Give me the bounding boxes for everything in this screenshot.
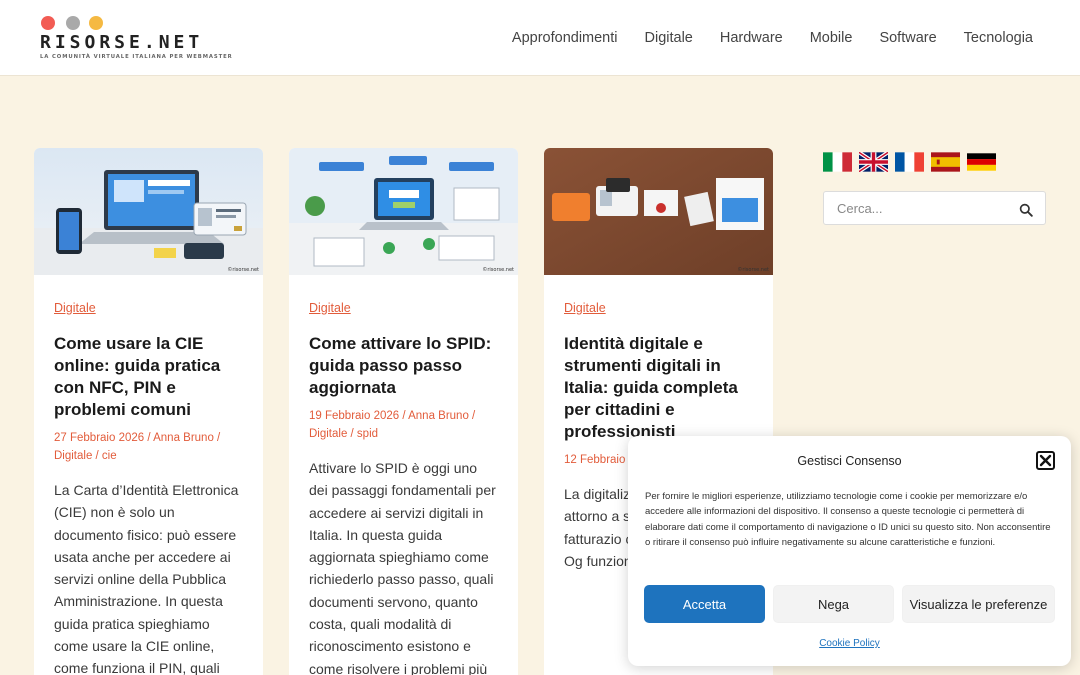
search-icon[interactable] (1019, 202, 1033, 217)
card-body: Digitale Come attivare lo SPID: guida pa… (289, 275, 518, 675)
consent-text: Per fornire le migliori esperienze, util… (645, 491, 1051, 549)
article-card: ©risorse.net Digitale Come usare la CIE … (34, 148, 263, 675)
digital-identity-illustration (544, 148, 773, 275)
image-credit: ©risorse.net (737, 267, 769, 273)
search-box (823, 191, 1046, 225)
logo-dot-gray (66, 16, 80, 30)
cie-illustration (34, 148, 263, 275)
german-flag-icon[interactable] (967, 152, 996, 172)
italian-flag-icon[interactable] (823, 152, 852, 172)
logo-dot-yellow (89, 16, 103, 30)
nav-approfondimenti[interactable]: Approfondimenti (512, 30, 618, 46)
article-title[interactable]: Come attivare lo SPID: guida passo passo… (309, 333, 498, 399)
image-credit: ©risorse.net (482, 267, 514, 273)
french-flag-icon[interactable] (895, 152, 924, 172)
nav-tecnologia[interactable]: Tecnologia (964, 30, 1033, 46)
nav-hardware[interactable]: Hardware (720, 30, 783, 46)
logo-dot-red (41, 16, 55, 30)
nav-software[interactable]: Software (879, 30, 936, 46)
logo-text: RISORSE.NET (40, 32, 204, 53)
logo-tagline: LA COMUNITÀ VIRTUALE ITALIANA PER WEBMAS… (40, 54, 233, 60)
language-flags (823, 152, 996, 172)
card-body: Digitale Come usare la CIE online: guida… (34, 275, 263, 675)
article-thumbnail[interactable]: ©risorse.net (544, 148, 773, 275)
nav-digitale[interactable]: Digitale (645, 30, 693, 46)
main-nav: Approfondimenti Digitale Hardware Mobile… (512, 30, 1033, 46)
article-thumbnail[interactable]: ©risorse.net (289, 148, 518, 275)
site-header: RISORSE.NET LA COMUNITÀ VIRTUALE ITALIAN… (0, 0, 1080, 76)
close-icon[interactable] (1036, 451, 1055, 470)
deny-button[interactable]: Nega (773, 585, 894, 623)
view-preferences-button[interactable]: Visualizza le preferenze (902, 585, 1055, 623)
article-excerpt: La Carta d’Identità Elettronica (CIE) no… (54, 482, 239, 675)
article-category[interactable]: Digitale (54, 301, 243, 321)
article-title[interactable]: Come usare la CIE online: guida pratica … (54, 333, 243, 421)
consent-title: Gestisci Consenso (797, 454, 902, 468)
article-title[interactable]: Identità digitale e strumenti digitali i… (564, 333, 753, 443)
uk-flag-icon[interactable] (859, 152, 888, 172)
article-meta[interactable]: 19 Febbraio 2026 / Anna Bruno / Digitale… (309, 407, 498, 443)
article-excerpt: Attivare lo SPID è oggi uno dei passaggi… (309, 460, 496, 675)
image-credit: ©risorse.net (227, 267, 259, 273)
article-category[interactable]: Digitale (564, 301, 753, 321)
search-input[interactable] (824, 192, 1004, 224)
article-thumbnail[interactable]: ©risorse.net (34, 148, 263, 275)
accept-button[interactable]: Accetta (644, 585, 765, 623)
cookie-policy-link[interactable]: Cookie Policy (628, 638, 1071, 649)
article-category[interactable]: Digitale (309, 301, 498, 321)
nav-mobile[interactable]: Mobile (810, 30, 853, 46)
site-logo[interactable]: RISORSE.NET LA COMUNITÀ VIRTUALE ITALIAN… (40, 16, 240, 66)
article-card: ©risorse.net Digitale Come attivare lo S… (289, 148, 518, 675)
spid-illustration (289, 148, 518, 275)
cookie-consent-dialog: Gestisci Consenso Per fornire le miglior… (628, 436, 1071, 666)
spanish-flag-icon[interactable] (931, 152, 960, 172)
article-meta[interactable]: 27 Febbraio 2026 / Anna Bruno / Digitale… (54, 429, 243, 465)
